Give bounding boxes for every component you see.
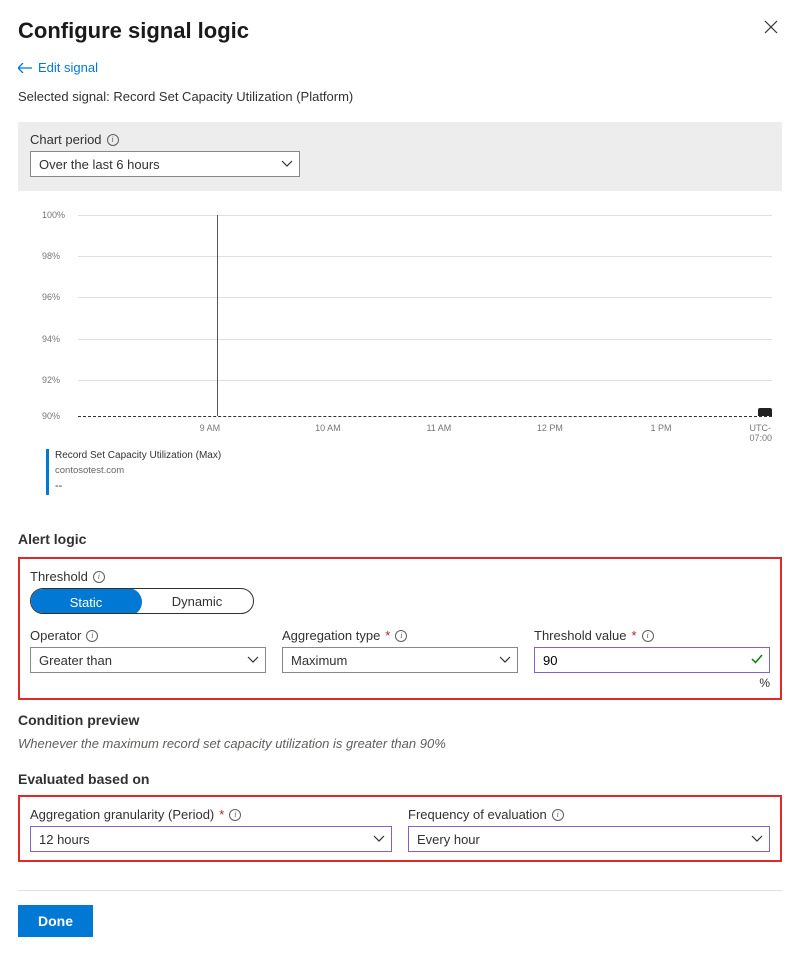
chart-period-label: Chart period [30,132,102,147]
info-icon[interactable]: i [642,630,654,642]
legend-color-bar [46,449,49,495]
threshold-value-label: Threshold value [534,628,627,643]
chart-period-value: Over the last 6 hours [39,157,160,172]
footer-divider [18,890,782,891]
toggle-dynamic[interactable]: Dynamic [141,589,253,613]
info-icon[interactable]: i [86,630,98,642]
aggregation-granularity-select[interactable]: 12 hours [30,826,392,852]
info-icon[interactable]: i [107,134,119,146]
chevron-down-icon [499,656,511,664]
x-tick: 12 PM [537,423,563,433]
frequency-label: Frequency of evaluation [408,807,547,822]
chart-period-panel: Chart period i Over the last 6 hours [18,122,782,191]
required-asterisk: * [632,628,637,643]
chart-period-select[interactable]: Over the last 6 hours [30,151,300,177]
x-tick-tz: UTC-07:00 [749,423,772,443]
y-tick: 90% [42,411,60,421]
threshold-toggle[interactable]: Static Dynamic [30,588,254,614]
frequency-select[interactable]: Every hour [408,826,770,852]
operator-label: Operator [30,628,81,643]
selected-signal-text: Selected signal: Record Set Capacity Uti… [18,89,782,104]
evaluated-based-on-highlight-box: Aggregation granularity (Period) * i 12 … [18,795,782,862]
y-tick: 98% [42,251,60,261]
operator-select[interactable]: Greater than [30,647,266,673]
evaluated-based-on-title: Evaluated based on [18,771,782,787]
chevron-down-icon [751,835,763,843]
required-asterisk: * [219,807,224,822]
edit-signal-link[interactable]: Edit signal [18,60,782,75]
condition-preview-title: Condition preview [18,712,782,728]
threshold-unit: % [534,676,770,690]
legend-series-name: Record Set Capacity Utilization (Max) [55,449,221,464]
aggregation-type-select[interactable]: Maximum [282,647,518,673]
threshold-label: Threshold [30,569,88,584]
aggregation-type-value: Maximum [291,653,347,668]
x-tick: 1 PM [650,423,671,433]
info-icon[interactable]: i [229,809,241,821]
check-icon [750,652,764,666]
chart-legend: Record Set Capacity Utilization (Max) co… [46,449,772,501]
info-icon[interactable]: i [552,809,564,821]
arrow-left-icon [18,63,32,73]
aggregation-granularity-label: Aggregation granularity (Period) [30,807,214,822]
close-icon [764,20,778,34]
chart-data-bar [758,408,772,416]
x-tick: 11 AM [426,423,451,433]
chevron-down-icon [247,656,259,664]
y-tick: 96% [42,292,60,302]
info-icon[interactable]: i [395,630,407,642]
frequency-value: Every hour [417,832,480,847]
x-tick: 9 AM [200,423,221,433]
info-icon[interactable]: i [93,571,105,583]
condition-preview-text: Whenever the maximum record set capacity… [18,736,782,751]
aggregation-granularity-value: 12 hours [39,832,90,847]
y-tick: 100% [42,210,65,220]
required-asterisk: * [385,628,390,643]
legend-series-value: -- [55,479,221,495]
close-button[interactable] [760,18,782,36]
operator-value: Greater than [39,653,112,668]
chart-time-marker [217,215,218,416]
alert-logic-highlight-box: Threshold i Static Dynamic Operator i Gr… [18,557,782,700]
threshold-value-input[interactable] [534,647,770,673]
metric-chart: 100% 98% 96% 94% 92% 90% 9 AM 10 AM 11 A… [18,209,782,509]
toggle-static[interactable]: Static [30,588,142,614]
chevron-down-icon [281,160,293,168]
aggregation-type-label: Aggregation type [282,628,380,643]
chevron-down-icon [373,835,385,843]
x-tick: 10 AM [315,423,341,433]
page-title: Configure signal logic [18,18,249,44]
done-button[interactable]: Done [18,905,93,937]
y-tick: 92% [42,375,60,385]
y-tick: 94% [42,334,60,344]
legend-series-sub: contosotest.com [55,464,221,478]
edit-signal-label: Edit signal [38,60,98,75]
alert-logic-title: Alert logic [18,531,782,547]
